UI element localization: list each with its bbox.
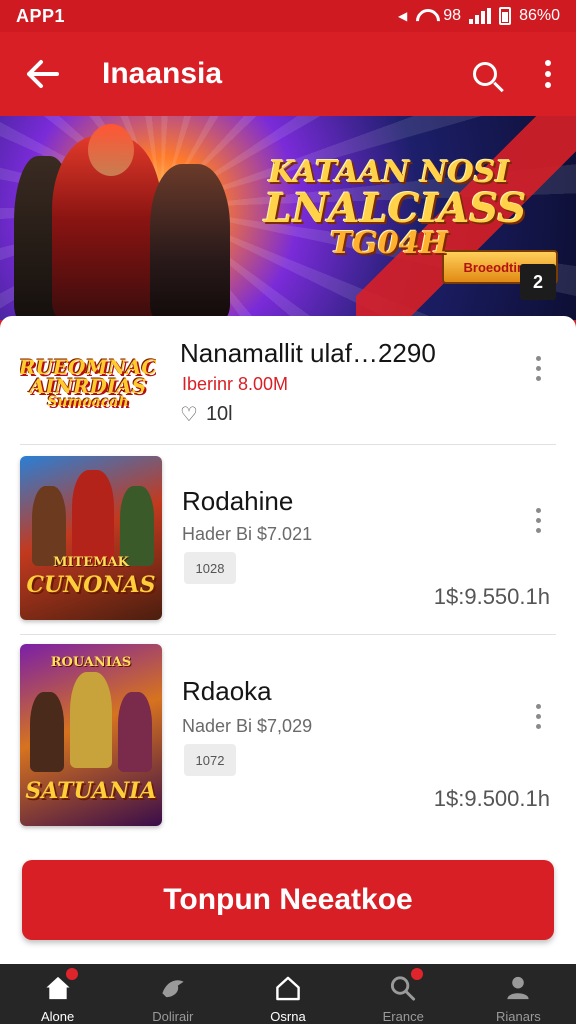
poster-figure xyxy=(70,672,112,768)
divider xyxy=(20,444,556,445)
item-title: Rodahine xyxy=(182,486,294,516)
poster-figure xyxy=(30,692,64,772)
list-item[interactable]: RUEOMNAC AINRDIAS Sumoacah Nanamallit ul… xyxy=(20,316,556,444)
item-menu-button[interactable] xyxy=(530,498,546,542)
arrow-left-icon xyxy=(27,60,59,88)
banner-title: KATAAN NOSI LNALCIASS TG04H xyxy=(264,155,527,262)
poster-figure xyxy=(32,486,66,566)
banner-character-right xyxy=(150,164,230,320)
status-time: APP1 xyxy=(16,5,66,26)
nav-label: Alone xyxy=(40,1009,75,1024)
wifi-icon xyxy=(415,9,435,23)
nav-label: Erance xyxy=(382,1009,424,1024)
search-icon xyxy=(473,62,497,86)
page-title: Inaansia xyxy=(102,57,223,90)
banner-corner-badge: 2 xyxy=(520,264,556,300)
item-poster: MITEMAK CUNONAS xyxy=(20,456,162,620)
more-vertical-icon xyxy=(535,355,541,361)
list-item[interactable]: ROUANIAS SATUANIA Rdaoka Nader Bi $7,029… xyxy=(20,644,556,828)
search-button[interactable] xyxy=(450,39,520,109)
battery-level: 86%0 xyxy=(519,7,560,24)
item-logo-line3: Sumoacah xyxy=(47,394,129,411)
poster-caption: CUNONAS xyxy=(26,572,156,598)
bird-icon xyxy=(162,980,184,998)
banner-character-head xyxy=(88,124,134,176)
nav-label: Osrna xyxy=(270,1009,306,1024)
banner-title-line3: TG04H xyxy=(329,226,449,262)
item-title: Nanamallit ulaf…2290 xyxy=(180,338,436,368)
item-rating-value: 10l xyxy=(205,403,233,425)
poster-figure xyxy=(120,486,154,566)
poster-figure xyxy=(118,692,152,772)
list-item[interactable]: MITEMAK CUNONAS Rodahine Hader Bi $7.021… xyxy=(20,456,556,624)
back-button[interactable] xyxy=(0,32,84,116)
banner-title-line1: KATAAN NOSI xyxy=(268,155,510,190)
item-subtitle: Nader Bi $7,029 xyxy=(182,716,313,736)
item-logo-text: RUEOMNAC AINRDIAS Sumoacah xyxy=(20,357,156,411)
item-chip: 1072 xyxy=(184,744,236,776)
overflow-menu-button[interactable] xyxy=(520,39,576,109)
app-bar-actions xyxy=(450,39,576,109)
nav-item-dolirair[interactable]: Dolirair xyxy=(115,964,230,1024)
item-price: 1$:9.550.1h xyxy=(433,584,550,609)
item-subtitle: Hader Bi $7.021 xyxy=(182,524,313,544)
person-icon xyxy=(507,976,530,1000)
item-menu-button[interactable] xyxy=(530,346,546,390)
item-title: Rdaoka xyxy=(182,676,272,706)
item-rating: ♡ 10l xyxy=(180,402,233,427)
divider xyxy=(20,634,556,635)
status-icons: ◀ 98 86%0 xyxy=(398,7,560,25)
nav-label: Dolirair xyxy=(152,1009,194,1024)
item-subtitle: Iberinr 8.00M xyxy=(182,374,289,394)
promo-banner[interactable]: ★ ★ Broeodtimu KATAAN NOSI LNALCIASS TG0… xyxy=(0,116,576,320)
more-vertical-icon xyxy=(535,703,541,709)
primary-action-button[interactable]: Tonpun Neeatkoe xyxy=(22,860,554,940)
bottom-navigation: Alone Dolirair Osrna Erance Rianars xyxy=(0,964,576,1024)
more-vertical-icon xyxy=(545,60,551,66)
battery-icon xyxy=(499,7,512,25)
item-price: 1$:9.500.1h xyxy=(433,786,550,811)
nav-label: Rianars xyxy=(496,1009,541,1024)
nav-item-home[interactable]: Alone xyxy=(0,964,115,1024)
nav-item-osrna[interactable]: Osrna xyxy=(230,964,345,1024)
notification-badge xyxy=(411,968,424,980)
more-vertical-icon xyxy=(535,507,541,513)
heart-icon: ♡ xyxy=(180,404,198,426)
poster-figure xyxy=(72,470,114,562)
item-chip: 1028 xyxy=(184,552,236,584)
poster-top-text: ROUANIAS xyxy=(50,655,132,670)
status-label: 98 xyxy=(443,7,462,24)
nav-item-profile[interactable]: Rianars xyxy=(461,964,576,1024)
item-menu-button[interactable] xyxy=(530,694,546,738)
notification-badge xyxy=(65,968,78,980)
poster-top-text: MITEMAK xyxy=(53,555,129,570)
item-poster: ROUANIAS SATUANIA xyxy=(20,644,162,826)
banner-title-line2: LNALCIASS xyxy=(264,184,527,232)
poster-caption: SATUANIA xyxy=(25,778,157,804)
notification-icon: ◀ xyxy=(398,9,408,23)
status-bar: APP1 ◀ 98 86%0 xyxy=(0,0,576,32)
house-outline-icon xyxy=(276,976,300,1001)
app-bar: Inaansia xyxy=(0,32,576,116)
signal-icon xyxy=(469,8,492,24)
nav-item-search[interactable]: Erance xyxy=(346,964,461,1024)
item-logo: RUEOMNAC AINRDIAS Sumoacah xyxy=(20,336,156,432)
